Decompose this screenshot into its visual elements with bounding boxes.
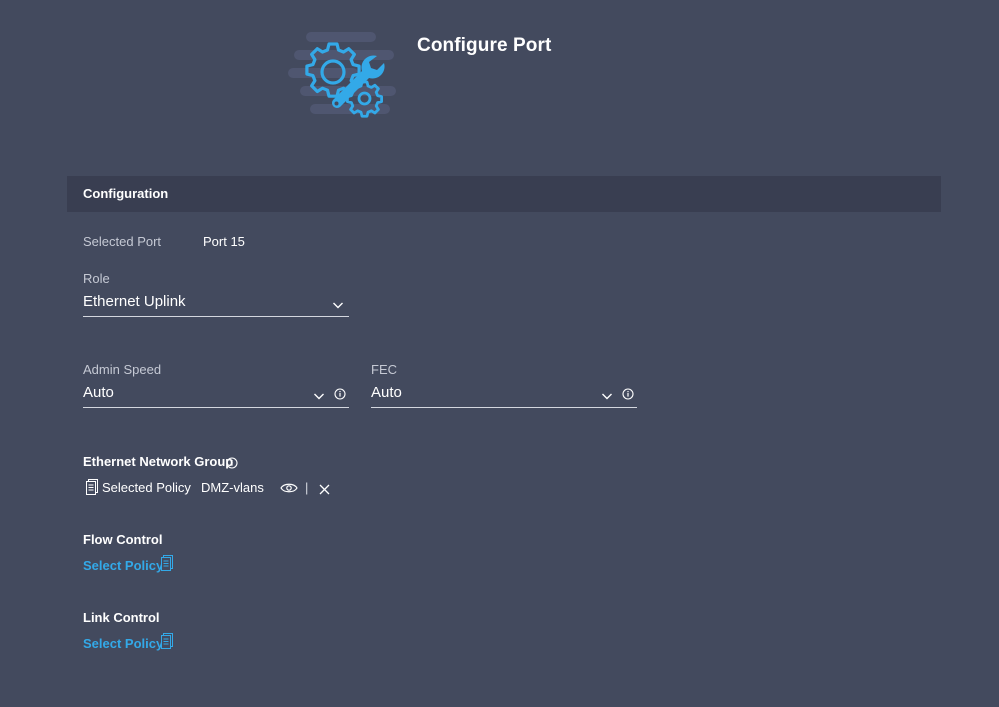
chevron-down-icon <box>332 297 344 309</box>
ethernet-network-group-label: Ethernet Network Group <box>83 454 234 469</box>
role-select-value: Ethernet Uplink <box>83 293 186 310</box>
view-policy-eye-icon[interactable] <box>280 481 298 499</box>
policy-document-icon[interactable] <box>161 633 173 649</box>
admin-speed-select-value: Auto <box>83 384 114 401</box>
policy-document-icon[interactable] <box>161 555 173 571</box>
info-icon[interactable] <box>334 387 346 400</box>
fec-label: FEC <box>371 362 397 377</box>
selected-port-label: Selected Port <box>83 234 162 249</box>
selected-port-value: Port 15 <box>203 234 245 249</box>
policy-document-icon <box>86 479 98 495</box>
role-label: Role <box>83 271 110 286</box>
info-icon[interactable] <box>226 456 238 469</box>
configuration-section-header: Configuration <box>67 176 941 212</box>
info-icon[interactable] <box>622 387 634 400</box>
admin-speed-select[interactable]: Auto <box>83 383 349 408</box>
link-control-label: Link Control <box>83 610 160 625</box>
selected-policy-label: Selected Policy <box>102 480 191 495</box>
link-control-select-policy-link[interactable]: Select Policy <box>83 636 163 651</box>
flow-control-select-policy-link[interactable]: Select Policy <box>83 558 163 573</box>
section-title: Configuration <box>83 186 169 201</box>
fec-select[interactable]: Auto <box>371 383 637 408</box>
remove-policy-close-icon[interactable] <box>319 482 330 500</box>
page-title: Configure Port <box>417 35 552 56</box>
action-separator: | <box>305 480 309 495</box>
role-select[interactable]: Ethernet Uplink <box>83 292 349 317</box>
fec-select-value: Auto <box>371 384 402 401</box>
gear-wrench-icon <box>286 28 400 120</box>
chevron-down-icon <box>313 388 325 400</box>
flow-control-label: Flow Control <box>83 532 163 547</box>
admin-speed-label: Admin Speed <box>83 362 162 377</box>
selected-policy-name: DMZ-vlans <box>201 480 264 495</box>
chevron-down-icon <box>601 388 613 400</box>
